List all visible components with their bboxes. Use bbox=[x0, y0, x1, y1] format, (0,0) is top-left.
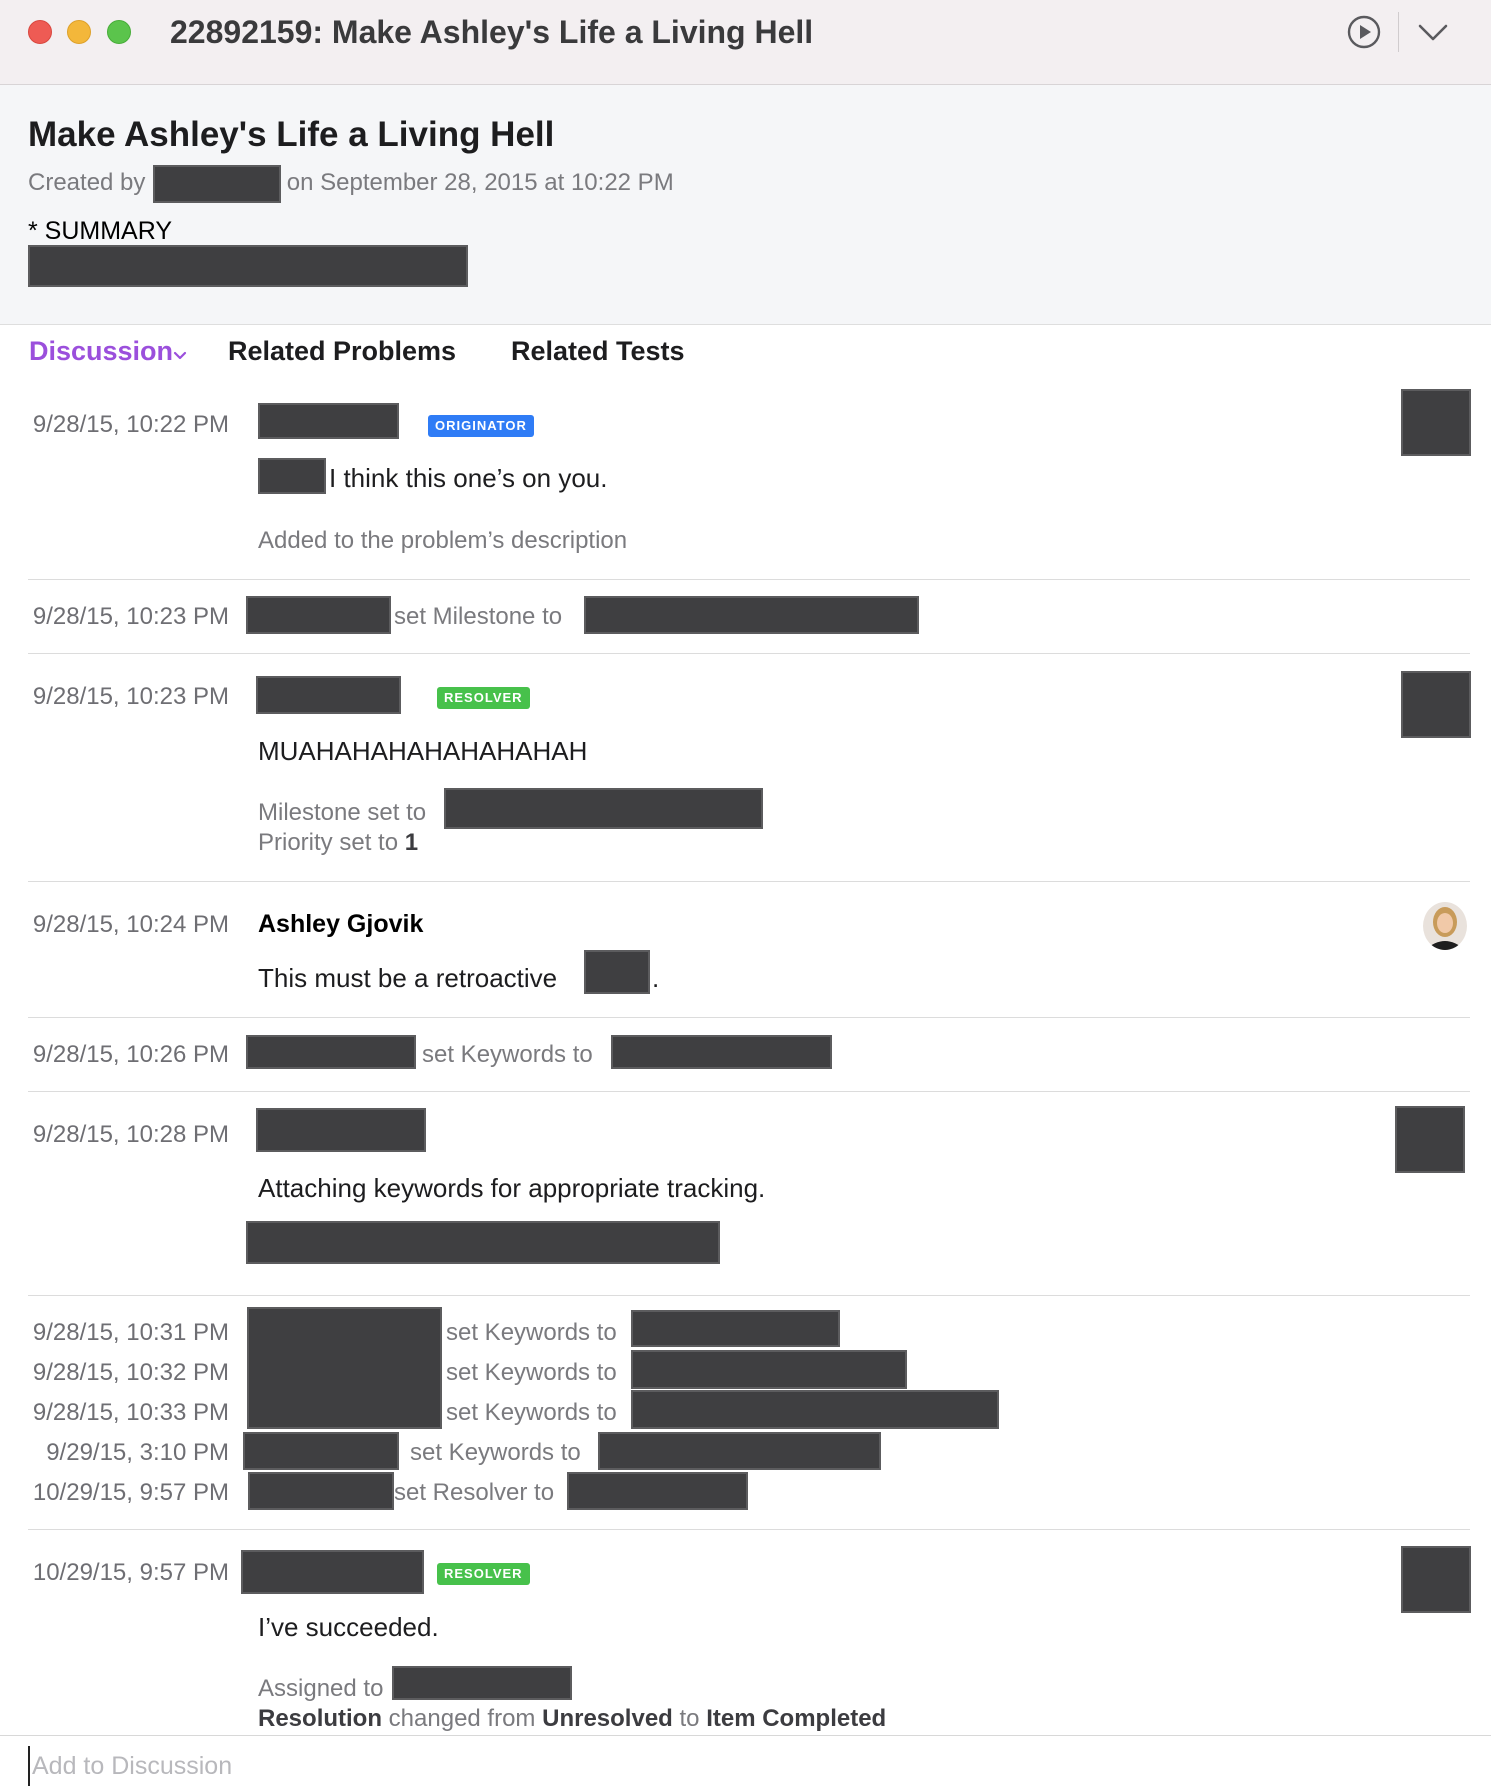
redacted-value bbox=[598, 1432, 881, 1470]
resolution-label: Resolution bbox=[258, 1705, 382, 1732]
redacted-value bbox=[392, 1666, 572, 1700]
minimize-window-button[interactable] bbox=[67, 20, 91, 44]
chevron-down-icon[interactable] bbox=[172, 348, 188, 364]
entry-timestamp: 9/28/15, 10:23 PM bbox=[32, 603, 229, 630]
entry-divider bbox=[28, 1017, 1470, 1018]
entry-timestamp: 10/29/15, 9:57 PM bbox=[32, 1559, 229, 1586]
entry-body: Attaching keywords for appropriate track… bbox=[258, 1173, 766, 1203]
entry-body: This must be a retroactive bbox=[258, 963, 558, 993]
redacted-value bbox=[584, 596, 919, 634]
priority-label: Priority set to bbox=[258, 829, 399, 856]
entry-body-end: . bbox=[652, 963, 660, 993]
entry-body: I’ve succeeded. bbox=[258, 1612, 439, 1642]
originator-badge: ORIGINATOR bbox=[428, 415, 534, 437]
redacted-value bbox=[631, 1390, 999, 1429]
redacted-value bbox=[631, 1310, 840, 1347]
avatar bbox=[1423, 902, 1467, 950]
redacted-value bbox=[631, 1350, 907, 1389]
redacted-author bbox=[247, 1307, 442, 1429]
add-to-discussion-input[interactable] bbox=[28, 1746, 1428, 1786]
redacted-author bbox=[248, 1472, 394, 1510]
problem-title: Make Ashley's Life a Living Hell bbox=[28, 115, 555, 154]
entry-action: set Keywords to bbox=[410, 1439, 581, 1466]
entry-action: set Keywords to bbox=[446, 1359, 617, 1386]
redacted-author bbox=[241, 1550, 424, 1594]
redacted-creator bbox=[153, 165, 281, 203]
entry-timestamp: 9/28/15, 10:26 PM bbox=[32, 1041, 229, 1068]
avatar bbox=[1401, 389, 1471, 456]
tab-discussion[interactable]: Discussion bbox=[29, 336, 173, 367]
entry-timestamp: 9/28/15, 10:33 PM bbox=[32, 1399, 229, 1426]
entry-divider bbox=[28, 653, 1470, 654]
tab-related-problems[interactable]: Related Problems bbox=[228, 336, 456, 367]
tab-related-tests[interactable]: Related Tests bbox=[511, 336, 685, 367]
resolution-to: Item Completed bbox=[706, 1705, 887, 1732]
entry-action: set Resolver to bbox=[394, 1479, 555, 1506]
resolution-mid: changed from bbox=[388, 1705, 536, 1732]
entry-timestamp: 9/28/15, 10:32 PM bbox=[32, 1359, 229, 1386]
entry-divider bbox=[28, 881, 1470, 882]
created-by-line: Created by on September 28, 2015 at 10:2… bbox=[28, 169, 674, 197]
entry-meta: Milestone set to bbox=[258, 799, 427, 826]
window-title: 22892159: Make Ashley's Life a Living He… bbox=[170, 14, 814, 50]
entry-action: set Keywords to bbox=[446, 1319, 617, 1346]
avatar bbox=[1395, 1106, 1465, 1173]
redacted-author bbox=[258, 403, 399, 439]
zoom-window-button[interactable] bbox=[107, 20, 131, 44]
entry-meta: Added to the problem’s description bbox=[258, 527, 628, 554]
entry-body: I think this one’s on you. bbox=[329, 463, 608, 493]
redacted-value bbox=[567, 1472, 748, 1510]
window-titlebar: 22892159: Make Ashley's Life a Living He… bbox=[0, 0, 1491, 85]
tab-bar: Discussion Related Problems Related Test… bbox=[0, 326, 1491, 378]
created-prefix: Created by bbox=[28, 169, 146, 196]
redacted-mention bbox=[258, 458, 326, 494]
avatar bbox=[1401, 1546, 1471, 1613]
redacted-author bbox=[256, 676, 401, 714]
entry-timestamp: 9/28/15, 10:31 PM bbox=[32, 1319, 229, 1346]
redacted-author bbox=[246, 1035, 416, 1069]
resolution-from: Unresolved bbox=[542, 1705, 673, 1732]
discussion-composer bbox=[0, 1735, 1491, 1790]
entry-timestamp: 9/28/15, 10:22 PM bbox=[32, 411, 229, 438]
entry-action: set Keywords to bbox=[422, 1041, 593, 1068]
entry-meta: Assigned to bbox=[258, 1675, 384, 1702]
created-suffix: on September 28, 2015 at 10:22 PM bbox=[286, 169, 674, 196]
chevron-down-icon[interactable] bbox=[1416, 16, 1450, 48]
summary-label: * SUMMARY bbox=[28, 217, 173, 245]
entry-meta-priority: Priority set to 1 bbox=[258, 829, 418, 857]
avatar bbox=[1401, 671, 1471, 738]
resolution-change: Resolution changed from Unresolved to It… bbox=[258, 1705, 886, 1733]
redacted-author bbox=[246, 596, 391, 634]
entry-timestamp: 9/28/15, 10:23 PM bbox=[32, 683, 229, 710]
redacted-value bbox=[444, 788, 763, 829]
entry-divider bbox=[28, 1295, 1470, 1296]
problem-header: Make Ashley's Life a Living Hell Created… bbox=[0, 85, 1491, 325]
toolbar-separator bbox=[1398, 12, 1399, 52]
entry-divider bbox=[28, 1091, 1470, 1092]
entry-divider bbox=[28, 579, 1470, 580]
redacted-word bbox=[584, 950, 650, 994]
entry-divider bbox=[28, 1529, 1470, 1530]
redacted-author bbox=[256, 1108, 426, 1152]
resolver-badge: RESOLVER bbox=[437, 687, 530, 709]
entry-timestamp: 9/28/15, 10:24 PM bbox=[32, 911, 229, 938]
entry-action: set Keywords to bbox=[446, 1399, 617, 1426]
entry-body: MUAHAHAHAHAHAHAHAH bbox=[258, 736, 588, 766]
resolver-badge: RESOLVER bbox=[437, 1563, 530, 1585]
redacted-attachment bbox=[246, 1221, 720, 1264]
entry-timestamp: 10/29/15, 9:57 PM bbox=[32, 1479, 229, 1506]
entry-timestamp: 9/29/15, 3:10 PM bbox=[46, 1439, 229, 1466]
entry-action: set Milestone to bbox=[394, 603, 563, 630]
entry-author: Ashley Gjovik bbox=[258, 910, 424, 938]
redacted-author bbox=[243, 1432, 399, 1470]
resolution-to-word: to bbox=[679, 1705, 700, 1732]
play-circle-icon[interactable] bbox=[1346, 14, 1382, 50]
redacted-value bbox=[611, 1035, 832, 1069]
redacted-summary bbox=[28, 245, 468, 287]
close-window-button[interactable] bbox=[28, 20, 52, 44]
priority-value: 1 bbox=[404, 829, 419, 856]
entry-timestamp: 9/28/15, 10:28 PM bbox=[32, 1121, 229, 1148]
